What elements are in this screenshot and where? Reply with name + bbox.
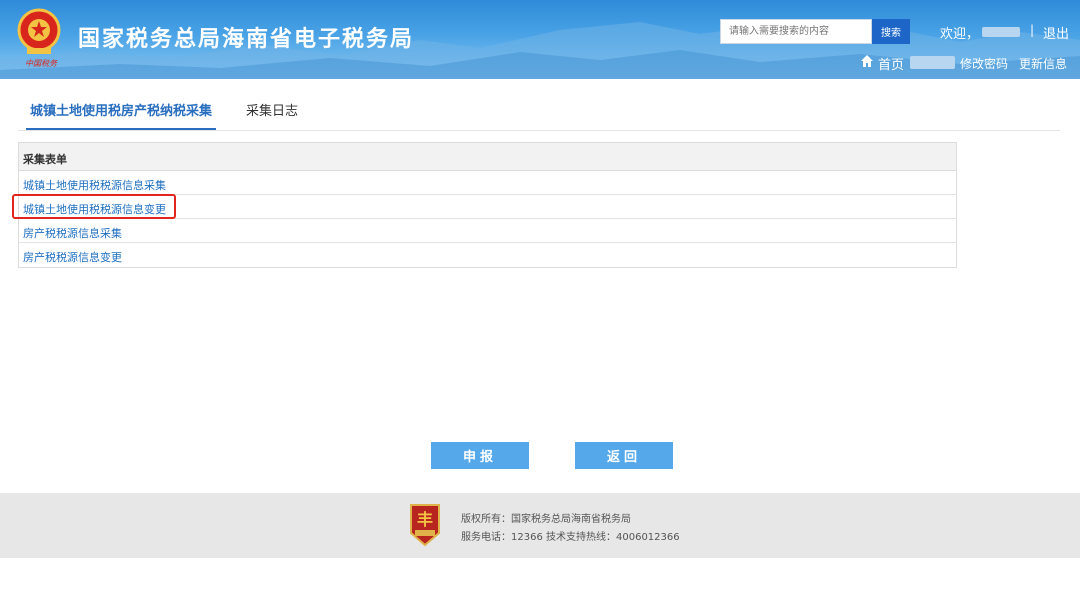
update-info-link[interactable]: 更新信息 — [1019, 55, 1067, 72]
tab-bar: 城镇土地使用税房产税纳税采集 采集日志 — [18, 96, 1060, 131]
site-header: 中国税务 国家税务总局海南省电子税务局 搜索 欢迎， | 退出 首页 修改密码 … — [0, 0, 1080, 79]
table-row[interactable]: 城镇土地使用税税源信息变更 — [19, 195, 956, 219]
logout-link[interactable]: 退出 — [1043, 23, 1069, 42]
table-row[interactable]: 城镇土地使用税税源信息采集 — [19, 171, 956, 195]
username-mask — [982, 27, 1020, 37]
site-title: 国家税务总局海南省电子税务局 — [78, 27, 415, 52]
change-password-link[interactable]: 修改密码 — [960, 55, 1008, 72]
emblem-caption: 中国税务 — [25, 59, 57, 68]
tab-collection-log[interactable]: 采集日志 — [246, 100, 298, 130]
back-button[interactable]: 返回 — [575, 442, 673, 469]
footer-contact: 服务电话：12366 技术支持热线：4006012366 — [461, 532, 680, 543]
welcome-label: 欢迎， — [940, 27, 980, 42]
taxpayer-name-mask — [910, 56, 955, 69]
home-icon[interactable] — [860, 54, 874, 68]
tax-badge-icon: 丰 — [410, 504, 440, 547]
search-button[interactable]: 搜索 — [872, 19, 910, 44]
collection-form-table: 采集表单 城镇土地使用税税源信息采集 城镇土地使用税税源信息变更 房产税税源信息… — [18, 142, 957, 268]
table-row[interactable]: 房产税税源信息采集 — [19, 219, 956, 243]
tax-emblem-icon — [17, 8, 61, 54]
svg-text:丰: 丰 — [417, 510, 433, 529]
site-footer: 丰 版权所有：国家税务总局海南省税务局 服务电话：12366 技术支持热线：40… — [0, 493, 1080, 558]
home-link[interactable]: 首页 — [878, 54, 904, 73]
table-header: 采集表单 — [19, 143, 956, 171]
tab-land-property-tax-collection[interactable]: 城镇土地使用税房产税纳税采集 — [26, 100, 216, 130]
footer-copyright: 版权所有：国家税务总局海南省税务局 — [461, 514, 631, 525]
submit-button[interactable]: 申报 — [431, 442, 529, 469]
header-separator: | — [1030, 23, 1035, 37]
table-row[interactable]: 房产税税源信息变更 — [19, 243, 956, 267]
search-input[interactable] — [720, 19, 872, 44]
page: 中国税务 国家税务总局海南省电子税务局 搜索 欢迎， | 退出 首页 修改密码 … — [0, 0, 1080, 592]
